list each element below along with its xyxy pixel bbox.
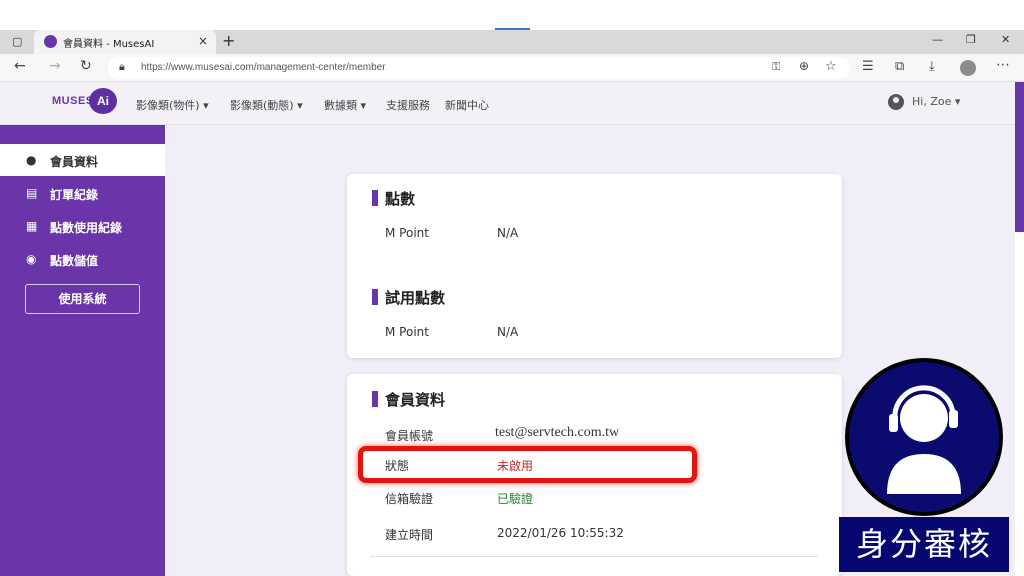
lock-icon[interactable]: 🔒︎ [119, 60, 125, 74]
sidebar: ● 會員資料 ▤ 訂單紀錄 ▦ 點數使用紀錄 ◉ 點數儲值 使用系統 [0, 125, 165, 576]
favorites-list-icon[interactable]: ☰ [862, 59, 874, 74]
account-circle-icon: ● [26, 153, 37, 167]
member-title: 會員資料 [372, 389, 445, 410]
nav-image-dynamic[interactable]: 影像類(動態) ▾ [230, 97, 303, 113]
coin-icon: ◉ [26, 252, 37, 266]
more-icon[interactable]: ⋯ [996, 57, 1010, 73]
tab-favicon-icon [44, 35, 57, 48]
use-system-button[interactable]: 使用系統 [25, 284, 140, 314]
points-value: N/A [497, 226, 519, 240]
created-label: 建立時間 [385, 528, 434, 542]
account-label: 會員帳號 [385, 429, 434, 443]
tab-title: 會員資料 - MusesAI [63, 39, 155, 50]
sidebar-item-label: 會員資料 [50, 155, 99, 169]
status-highlight-box [358, 446, 697, 483]
email-verify-label: 信箱驗證 [385, 492, 434, 506]
divider [370, 556, 818, 557]
nav-label: 影像類(物件) [136, 99, 200, 112]
back-icon[interactable]: ← [14, 58, 26, 74]
points-label: M Point [385, 226, 429, 240]
nav-image-object[interactable]: 影像類(物件) ▾ [136, 97, 209, 113]
logo-badge[interactable]: Ai [89, 88, 117, 114]
sidebar-item-topup[interactable]: ◉ 點數儲值 [0, 243, 165, 275]
restore-button[interactable]: ❐ [966, 33, 976, 46]
trial-title: 試用點數 [372, 287, 445, 308]
sidebar-item-label: 點數儲值 [50, 254, 99, 268]
key-icon[interactable]: ⚿ [772, 60, 780, 74]
user-menu[interactable]: Hi, Zoe ▾ [888, 94, 960, 110]
support-agent-icon [845, 358, 1003, 516]
close-window-button[interactable]: ✕ [1001, 33, 1010, 46]
top-strip [0, 0, 1024, 31]
collections-icon[interactable]: ⧉ [895, 59, 904, 74]
document-icon: ▤ [26, 186, 38, 200]
url-text[interactable]: https://www.musesai.com/management-cente… [141, 62, 386, 73]
nav-data[interactable]: 數據類 ▾ [324, 97, 366, 113]
sidebar-item-label: 點數使用紀錄 [50, 221, 123, 235]
trial-label: M Point [385, 325, 429, 339]
scrollbar[interactable] [1015, 82, 1024, 232]
minimize-button[interactable]: — [932, 33, 943, 46]
verification-label: 身分審核 [839, 517, 1009, 572]
sidebar-item-label: 訂單紀錄 [50, 188, 99, 202]
points-title: 點數 [372, 188, 415, 209]
trial-value: N/A [497, 325, 519, 339]
nav-support[interactable]: 支援服務 [386, 97, 430, 113]
logo-text[interactable]: MUSES [52, 95, 94, 107]
download-icon[interactable]: ⤓ [929, 59, 935, 74]
headset-person-icon [887, 385, 961, 494]
user-greeting: Hi, Zoe [912, 95, 952, 108]
nav-label: 數據類 [324, 99, 357, 112]
forward-icon[interactable]: → [49, 58, 61, 74]
tab-actions-icon[interactable]: ▢ [12, 35, 22, 48]
profile-avatar[interactable] [960, 60, 976, 76]
nav-news[interactable]: 新聞中心 [445, 97, 489, 113]
zoom-icon[interactable]: ⊕ [799, 59, 809, 73]
refresh-icon[interactable]: ↻ [80, 58, 92, 74]
sidebar-item-orders[interactable]: ▤ 訂單紀錄 [0, 177, 165, 209]
close-tab-icon[interactable]: × [198, 34, 208, 48]
nav-label: 影像類(動態) [230, 99, 294, 112]
account-value: test@servtech.com.tw [495, 425, 620, 440]
sidebar-item-point-history[interactable]: ▦ 點數使用紀錄 [0, 210, 165, 242]
history-icon: ▦ [26, 219, 38, 233]
favorite-icon[interactable]: ☆ [825, 59, 837, 74]
email-verify-value: 已驗證 [497, 492, 534, 506]
created-value: 2022/01/26 10:55:32 [497, 526, 624, 540]
new-tab-button[interactable]: + [222, 31, 235, 50]
user-avatar-icon [888, 94, 904, 110]
sidebar-item-member[interactable]: ● 會員資料 [0, 144, 165, 176]
